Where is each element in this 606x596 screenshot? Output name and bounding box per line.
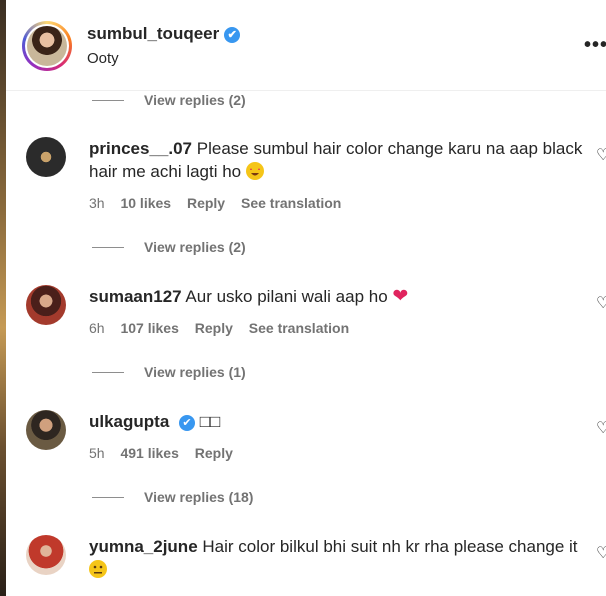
comment-text: Hair color bilkul bhi suit nh kr rha ple… <box>202 537 578 556</box>
view-replies-button[interactable]: View replies (18) <box>92 487 253 507</box>
see-translation-button[interactable]: See translation <box>249 320 349 336</box>
commenter-username[interactable]: ulkagupta <box>89 412 169 431</box>
commenter-username[interactable]: sumaan127 <box>89 287 182 306</box>
comments-panel: sumbul_touqeer ✔ Ooty ••• View replies (2… <box>6 0 606 596</box>
view-replies-button[interactable]: View replies (1) <box>92 362 246 382</box>
comment-likes[interactable]: 491 likes <box>120 445 178 461</box>
commenter-avatar[interactable] <box>26 535 66 575</box>
reply-thread-line <box>92 99 124 101</box>
comment-time[interactable]: 3h <box>89 195 105 211</box>
comment-body: sumaan127 Aur usko pilani wali aap ho ❤ <box>89 285 589 308</box>
comment-likes[interactable]: 107 likes <box>120 320 178 336</box>
comment-time[interactable]: 6h <box>89 320 105 336</box>
reply-button[interactable]: Reply <box>195 445 233 461</box>
neutral-face-emoji-icon <box>89 560 107 578</box>
post-header: sumbul_touqeer ✔ Ooty ••• <box>6 0 606 91</box>
verified-badge-icon: ✔ <box>224 27 241 43</box>
commenter-username[interactable]: yumna_2june <box>89 537 198 556</box>
like-comment-icon[interactable]: ♡ <box>596 145 606 165</box>
commenter-avatar[interactable] <box>26 410 66 450</box>
view-replies-button[interactable]: View replies (2) <box>92 90 246 110</box>
commenter-avatar[interactable] <box>26 137 66 177</box>
comment-text: □□ <box>199 412 221 431</box>
verified-badge-icon: ✔ <box>179 415 196 431</box>
comment-body: yumna_2june Hair color bilkul bhi suit n… <box>89 535 589 581</box>
comment-meta: 3h 10 likes Reply See translation <box>89 195 353 211</box>
story-ring-avatar[interactable] <box>22 21 72 71</box>
like-comment-icon[interactable]: ♡ <box>596 543 606 563</box>
profile-avatar <box>27 26 67 66</box>
reply-thread-line <box>92 371 124 373</box>
reply-button[interactable]: Reply <box>195 320 233 336</box>
comment-body: ulkagupta ✔ □□ <box>89 410 589 433</box>
reply-thread-line <box>92 246 124 248</box>
comment-likes[interactable]: 10 likes <box>120 195 171 211</box>
view-replies-button[interactable]: View replies (2) <box>92 237 246 257</box>
reply-button[interactable]: Reply <box>187 195 225 211</box>
post-author-username[interactable]: sumbul_touqeer ✔ <box>87 24 241 44</box>
comment-text: Aur usko pilani wali aap ho <box>185 287 388 306</box>
more-options-icon[interactable]: ••• <box>584 34 606 57</box>
comment-meta: 5h 491 likes Reply <box>89 445 245 461</box>
reply-thread-line <box>92 496 124 498</box>
see-translation-button[interactable]: See translation <box>241 195 341 211</box>
like-comment-icon[interactable]: ♡ <box>596 293 606 313</box>
star-struck-emoji-icon <box>245 162 264 180</box>
comment-meta: 6h 107 likes Reply See translation <box>89 320 361 336</box>
like-comment-icon[interactable]: ♡ <box>596 418 606 438</box>
commenter-username[interactable]: princes__.07 <box>89 139 192 158</box>
commenter-avatar[interactable] <box>26 285 66 325</box>
comment-body: princes__.07 Please sumbul hair color ch… <box>89 137 589 183</box>
post-location[interactable]: Ooty <box>87 50 119 67</box>
red-heart-emoji-icon: ❤ <box>392 286 409 307</box>
comment-time[interactable]: 5h <box>89 445 105 461</box>
